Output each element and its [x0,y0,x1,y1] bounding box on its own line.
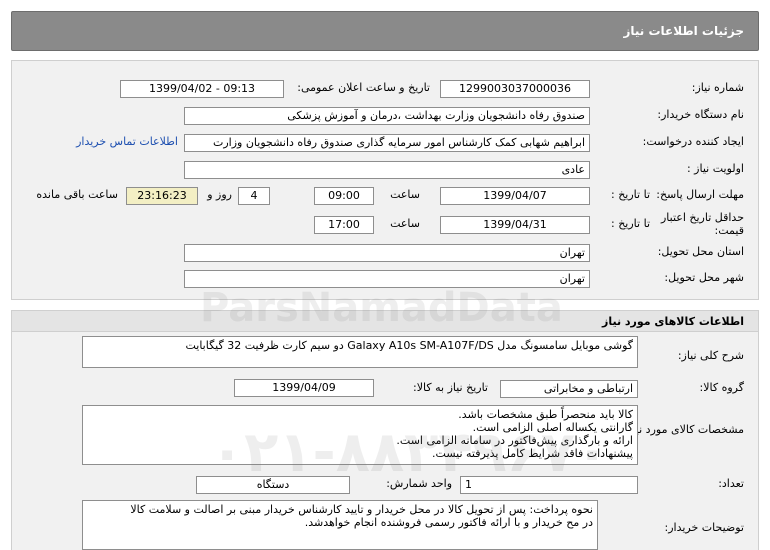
need-date-label: تاریخ نیاز به کالا: [413,381,488,394]
province-field: تهران [184,244,590,262]
province-label: استان محل تحویل: [657,245,744,258]
deadline-label: مهلت ارسال پاسخ: [656,188,744,201]
city-field: تهران [184,270,590,288]
page-title: جزئیات اطلاعات نیاز [11,11,759,51]
specs-line: پیشنهادات فاقد شرایط کامل پذیرفته نیست. [432,447,633,460]
goods-section-header: اطلاعات کالاهای مورد نیاز [12,311,758,332]
deadline-until-label: تا تاریخ : [611,188,650,201]
summary-text: گوشی موبایل سامسونگ مدل Galaxy A10s SM-A… [185,339,633,352]
deadline-time-label: ساعت [390,188,420,201]
announce-datetime-field: 1399/04/02 - 09:13 [120,80,284,98]
summary-label: شرح کلی نیاز: [677,349,744,362]
need-number-field: 1299003037000036 [440,80,590,98]
remaining-days-field: 4 [238,187,270,205]
validity-time-label: ساعت [390,217,420,230]
goods-group-label: گروه کالا: [699,381,744,394]
specs-label: مشخصات کالای مورد نیاز: [623,423,744,436]
buyer-label: نام دستگاه خریدار: [657,108,744,121]
remaining-time-label: ساعت باقی مانده [36,188,118,201]
creator-label: ایجاد کننده درخواست: [642,135,744,148]
days-label: روز و [207,188,232,201]
specs-line: کالا باید منحصراً طبق مشخصات باشد. [458,408,633,421]
quantity-field: 1 [460,476,638,494]
priority-field: عادی [184,161,590,179]
buyer-field: صندوق رفاه دانشجویان وزارت بهداشت ،درمان… [184,107,590,125]
remaining-time-field: 23:16:23 [126,187,198,205]
unit-label: واحد شمارش: [386,477,452,490]
buyer-notes-line: نحوه پرداخت: پس از تحویل کالا در محل خری… [130,503,593,516]
need-date-field: 1399/04/09 [234,379,374,397]
city-label: شهر محل تحویل: [664,271,744,284]
goods-group-field: ارتباطی و مخابراتی [500,380,638,398]
buyer-notes-field: نحوه پرداخت: پس از تحویل کالا در محل خری… [82,500,598,550]
summary-field: گوشی موبایل سامسونگ مدل Galaxy A10s SM-A… [82,336,638,368]
validity-label-line1: حداقل تاریخ اعتبار [660,211,744,224]
buyer-notes-line: در مح خریدار و با ارائه فاکتور رسمی فروش… [304,516,593,529]
page-title-text: جزئیات اطلاعات نیاز [623,24,744,38]
quantity-label: تعداد: [718,477,744,490]
validity-label-line2: قیمت: [714,224,744,237]
buyer-notes-label: توضیحات خریدار: [664,521,745,534]
validity-until-label: تا تاریخ : [611,217,650,230]
specs-line: گارانتی یکساله اصلی الزامی است. [472,421,633,434]
need-number-label: شماره نیاز: [691,81,744,94]
deadline-time-field: 09:00 [314,187,374,205]
specs-line: ارائه و بارگذاری پیش‌فاکتور در سامانه ال… [396,434,633,447]
announce-datetime-label: تاریخ و ساعت اعلان عمومی: [297,81,430,94]
need-info-panel: شماره نیاز: 1299003037000036 تاریخ و ساع… [11,60,759,300]
validity-date-field: 1399/04/31 [440,216,590,234]
unit-field: دستگاه [196,476,350,494]
priority-label: اولویت نیاز : [686,162,744,175]
deadline-date-field: 1399/04/07 [440,187,590,205]
buyer-contact-link[interactable]: اطلاعات تماس خریدار [76,135,178,148]
specs-field: کالا باید منحصراً طبق مشخصات باشد. گاران… [82,405,638,465]
goods-section-title: اطلاعات کالاهای مورد نیاز [602,314,744,328]
validity-time-field: 17:00 [314,216,374,234]
goods-panel: اطلاعات کالاهای مورد نیاز شرح کلی نیاز: … [11,310,759,550]
creator-field: ابراهیم شهابی کمک کارشناس امور سرمایه گذ… [184,134,590,152]
